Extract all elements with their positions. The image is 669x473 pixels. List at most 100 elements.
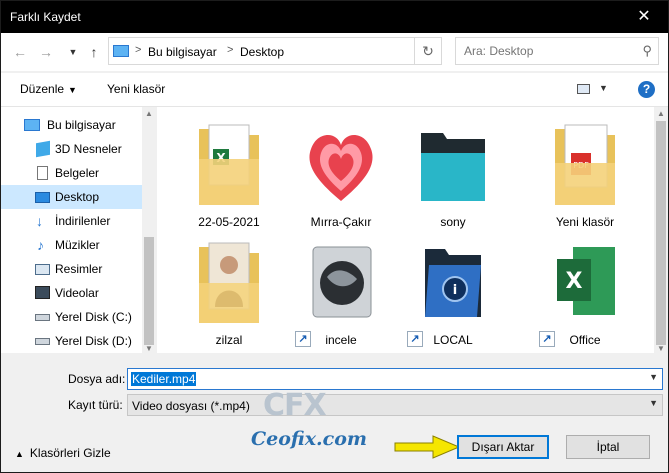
breadcrumb-separator: > xyxy=(227,44,234,56)
file-list: X 22-05-2021 Mırra-Çakır sony Yeni klasö… xyxy=(157,107,654,355)
cube-3d-icon xyxy=(36,140,50,158)
sidebar-item-label: Resimler xyxy=(55,262,103,276)
sidebar-item-downloads[interactable]: ↓ İndirilenler xyxy=(1,209,142,233)
sidebar-item-label: 3D Nesneler xyxy=(55,142,122,156)
file-list-scrollbar[interactable]: ▲ ▼ xyxy=(654,107,668,355)
file-label: 22-05-2021 xyxy=(198,215,260,229)
sidebar-item-drive-d[interactable]: Yerel Disk (D:) xyxy=(1,329,142,353)
sidebar-item-label: Müzikler xyxy=(55,238,100,252)
hide-folders-toggle[interactable]: ▲ Klasörleri Gizle xyxy=(15,446,111,460)
chevron-down-icon[interactable]: ▼ xyxy=(599,83,608,93)
filename-field[interactable]: Kediler.mp4 ▼ xyxy=(127,368,663,390)
scrollbar-thumb[interactable] xyxy=(144,237,154,345)
file-label: zilzal xyxy=(215,333,243,347)
photo-folder-icon xyxy=(199,242,259,323)
sidebar-item-label: Belgeler xyxy=(55,166,100,180)
excel-folder-icon: X xyxy=(199,124,259,205)
sidebar-item-label: Yerel Disk (C:) xyxy=(55,310,132,324)
breadcrumb-separator: > xyxy=(135,44,142,56)
watermark-logo: CFX xyxy=(263,388,327,423)
chevron-down-icon[interactable]: ▼ xyxy=(64,43,82,61)
sidebar-item-videos[interactable]: Videolar xyxy=(1,281,142,305)
arrow-right-icon xyxy=(394,435,461,459)
music-icon: ♪ xyxy=(37,237,44,253)
list-item[interactable]: Mırra-Çakır xyxy=(281,113,401,231)
arrow-right-icon[interactable]: → xyxy=(37,43,55,61)
drive-icon xyxy=(35,314,50,321)
command-bar: Düzenle ▼ Yeni klasör ▼ ? xyxy=(1,73,668,107)
chevron-down-icon: ▼ xyxy=(68,85,77,95)
list-item[interactable]: PDF Yeni klasör xyxy=(525,113,645,231)
video-icon xyxy=(35,286,50,299)
close-button[interactable]: ✕ xyxy=(634,7,654,27)
filetype-select[interactable]: Video dosyası (*.mp4) ▼ xyxy=(127,394,663,416)
search-box[interactable]: ⚲ xyxy=(455,37,659,65)
scroll-up-icon[interactable]: ▲ xyxy=(657,109,665,118)
save-button[interactable]: Dışarı Aktar xyxy=(457,435,549,459)
sidebar-item-label: Yerel Disk (D:) xyxy=(55,334,132,348)
sidebar-item-music[interactable]: ♪ Müzikler xyxy=(1,233,142,257)
view-options-icon[interactable] xyxy=(577,84,590,94)
list-item[interactable]: i ↗ LOCAL xyxy=(393,231,513,349)
sidebar-item-documents[interactable]: Belgeler xyxy=(1,161,142,185)
list-item[interactable]: zilzal xyxy=(169,231,289,349)
excel-shortcut-icon: X xyxy=(557,247,615,315)
organize-label: Düzenle xyxy=(20,82,65,96)
breadcrumb-this-pc[interactable]: Bu bilgisayar xyxy=(148,45,217,59)
arrow-left-icon[interactable]: ← xyxy=(11,43,29,61)
teal-folder-icon xyxy=(421,133,485,201)
sidebar-item-label: Desktop xyxy=(55,190,100,204)
breadcrumb-desktop[interactable]: Desktop xyxy=(240,45,284,59)
svg-text:i: i xyxy=(453,283,457,298)
window-title: Farklı Kaydet xyxy=(10,10,81,24)
file-label: sony xyxy=(440,215,466,229)
hide-folders-label: Klasörleri Gizle xyxy=(29,446,111,460)
sidebar-item-label: Bu bilgisayar xyxy=(47,118,116,132)
sidebar-item-desktop[interactable]: Desktop xyxy=(1,185,142,209)
sidebar-scrollbar[interactable]: ▲ ▼ xyxy=(142,107,156,355)
file-label: Mırra-Çakır xyxy=(310,215,372,229)
filename-label: Dosya adı: xyxy=(68,372,126,386)
watermark-site: Ceofix.com xyxy=(251,428,367,450)
sidebar-item-3d-objects[interactable]: 3D Nesneler xyxy=(1,137,142,161)
navigation-pane: Bu bilgisayar 3D Nesneler Belgeler Deskt… xyxy=(1,107,156,355)
cancel-button[interactable]: İptal xyxy=(566,435,650,459)
title-bar: Farklı Kaydet ✕ xyxy=(1,1,668,33)
scroll-up-icon[interactable]: ▲ xyxy=(145,109,153,118)
sidebar-item-drive-c[interactable]: Yerel Disk (C:) xyxy=(1,305,142,329)
pdf-folder-icon: PDF xyxy=(555,124,615,205)
save-form: Dosya adı: Kediler.mp4 ▼ Kayıt türü: Vid… xyxy=(1,356,668,472)
search-input[interactable] xyxy=(456,38,636,64)
sidebar-item-label: İndirilenler xyxy=(55,214,111,228)
address-bar[interactable]: > Bu bilgisayar > Desktop ▼ xyxy=(108,37,507,65)
filename-value[interactable]: Kediler.mp4 xyxy=(131,372,197,386)
refresh-icon: ↻ xyxy=(422,43,434,59)
sidebar-item-this-pc[interactable]: Bu bilgisayar xyxy=(1,113,142,137)
list-item[interactable]: ↗ incele xyxy=(281,231,401,349)
arrow-up-icon[interactable]: ↑ xyxy=(85,43,103,61)
svg-text:X: X xyxy=(566,269,583,294)
refresh-button[interactable]: ↻ xyxy=(414,37,442,65)
sidebar-item-pictures[interactable]: Resimler xyxy=(1,257,142,281)
chevron-up-icon: ▲ xyxy=(15,449,24,459)
heart-icon xyxy=(309,134,373,201)
save-as-dialog: Farklı Kaydet ✕ ← → ▼ ↑ > Bu bilgisayar … xyxy=(0,0,669,473)
scroll-down-icon[interactable]: ▼ xyxy=(145,344,153,353)
blue-folder-shortcut-icon: i xyxy=(425,249,481,317)
download-icon: ↓ xyxy=(36,213,43,229)
list-item[interactable]: sony xyxy=(393,113,513,231)
pictures-icon xyxy=(35,264,50,275)
chevron-down-icon[interactable]: ▼ xyxy=(649,372,658,382)
list-item[interactable]: X 22-05-2021 xyxy=(169,113,289,231)
scroll-down-icon[interactable]: ▼ xyxy=(657,344,665,353)
chevron-down-icon[interactable]: ▼ xyxy=(649,398,658,408)
drive-icon xyxy=(35,338,50,345)
desktop-icon xyxy=(35,192,50,203)
scrollbar-thumb[interactable] xyxy=(656,121,666,345)
organize-button[interactable]: Düzenle ▼ xyxy=(20,82,77,96)
filetype-label: Kayıt türü: xyxy=(68,398,123,412)
search-icon[interactable]: ⚲ xyxy=(642,43,652,59)
help-button[interactable]: ? xyxy=(638,81,655,98)
new-folder-button[interactable]: Yeni klasör xyxy=(107,82,165,96)
list-item[interactable]: X ↗ Office xyxy=(525,231,645,349)
